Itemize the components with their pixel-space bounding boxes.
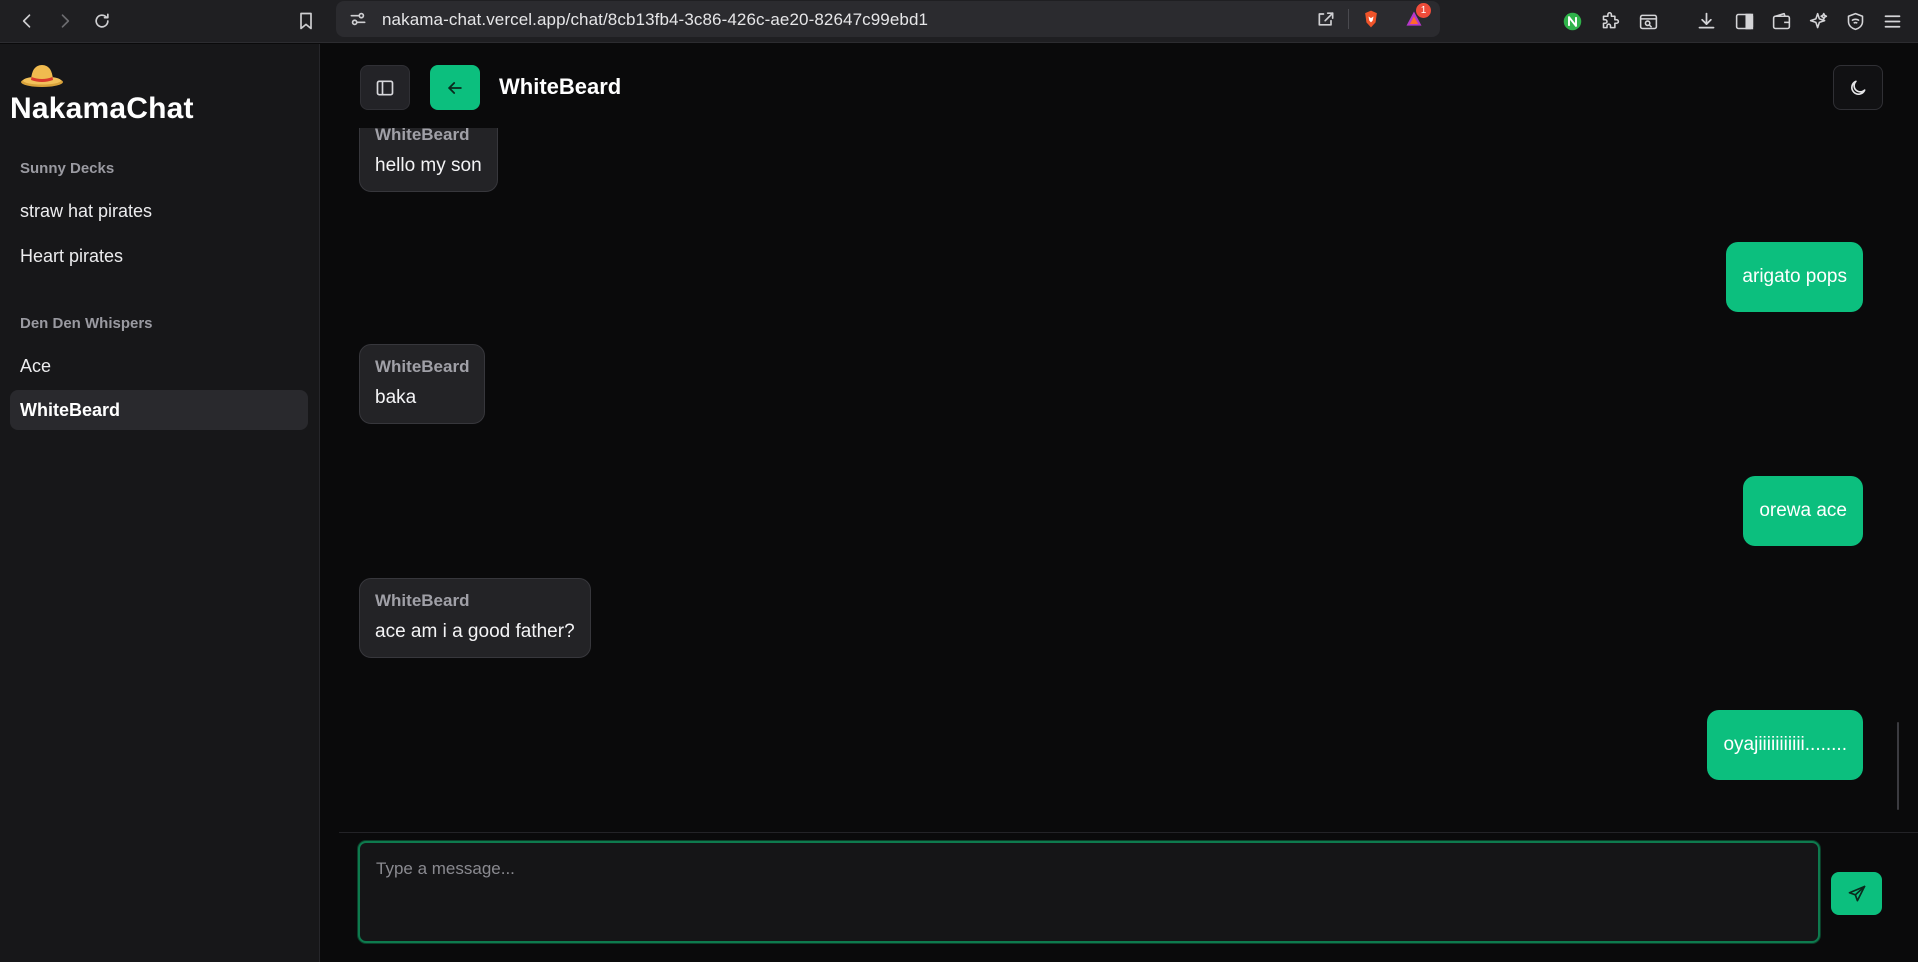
search-tab-icon[interactable]: [1633, 6, 1663, 36]
message-incoming: WhiteBeard ace am i a good father?: [359, 578, 591, 658]
extension-n-icon[interactable]: [1557, 6, 1587, 36]
moon-icon: [1851, 80, 1866, 95]
message-outgoing: arigato pops: [1726, 242, 1863, 312]
message-text: ace am i a good father?: [375, 621, 575, 642]
sidebar-item-whitebeard[interactable]: WhiteBeard: [10, 390, 308, 430]
url-divider: [1348, 9, 1349, 29]
wallet-icon[interactable]: [1766, 6, 1796, 36]
menu-icon[interactable]: [1877, 6, 1907, 36]
message-incoming: WhiteBeard hello my son: [359, 128, 498, 192]
send-button[interactable]: [1831, 872, 1882, 915]
download-icon[interactable]: [1691, 6, 1721, 36]
message-sender: WhiteBeard: [375, 591, 470, 610]
message-sender: WhiteBeard: [375, 357, 470, 376]
notification-badge: 1: [1416, 3, 1431, 18]
send-icon: [1848, 885, 1865, 901]
share-icon[interactable]: [1314, 7, 1338, 31]
message-outgoing: oyajiiiiiiiiiii........: [1707, 710, 1863, 780]
message-outgoing: orewa ace: [1743, 476, 1863, 546]
message-input[interactable]: [358, 841, 1820, 943]
back-button[interactable]: [430, 65, 480, 110]
address-bar[interactable]: nakama-chat.vercel.app/chat/8cb13fb4-3c8…: [336, 1, 1440, 37]
chat-title: WhiteBeard: [499, 74, 622, 99]
chat-panel: WhiteBeard WhiteBeard hello my son ariga…: [321, 44, 1918, 962]
sidebar-toggle-button[interactable]: [360, 65, 410, 110]
extensions-puzzle-icon[interactable]: [1595, 6, 1625, 36]
section-label-sunny-decks: Sunny Decks: [20, 160, 115, 177]
brave-shield-icon[interactable]: [1359, 7, 1383, 31]
straw-hat-icon: [20, 62, 64, 93]
back-icon[interactable]: [12, 6, 42, 36]
message-text: hello my son: [375, 155, 482, 176]
section-label-den-den-whispers: Den Den Whispers: [20, 315, 153, 332]
url-text[interactable]: nakama-chat.vercel.app/chat/8cb13fb4-3c8…: [382, 10, 928, 30]
site-settings-icon[interactable]: [346, 7, 370, 31]
composer-divider: [339, 832, 1918, 833]
sidebar: NakamaChat Sunny Decks straw hat pirates…: [0, 44, 320, 962]
sidebar-item-straw-hat-pirates[interactable]: straw hat pirates: [10, 191, 308, 231]
browser-toolbar: nakama-chat.vercel.app/chat/8cb13fb4-3c8…: [0, 0, 1918, 43]
bookmark-icon[interactable]: [291, 6, 321, 36]
vpn-icon[interactable]: [1840, 6, 1870, 36]
app-title: NakamaChat: [10, 92, 194, 125]
sidebar-icon[interactable]: [1729, 6, 1759, 36]
message-list: WhiteBeard hello my son arigato pops Whi…: [321, 128, 1901, 873]
leo-ai-icon[interactable]: [1803, 6, 1833, 36]
sidebar-item-ace[interactable]: Ace: [10, 346, 308, 386]
message-sender: WhiteBeard: [375, 128, 470, 144]
message-incoming: WhiteBeard baka: [359, 344, 486, 424]
messages-scrollbar[interactable]: [1897, 722, 1899, 810]
theme-toggle-button[interactable]: [1833, 65, 1883, 110]
message-text: baka: [375, 387, 417, 408]
sidebar-item-heart-pirates[interactable]: Heart pirates: [10, 236, 308, 276]
arrow-left-icon: [448, 81, 462, 94]
sidebar-toggle-icon: [376, 80, 394, 95]
reload-icon[interactable]: [87, 6, 117, 36]
forward-icon[interactable]: [50, 6, 80, 36]
